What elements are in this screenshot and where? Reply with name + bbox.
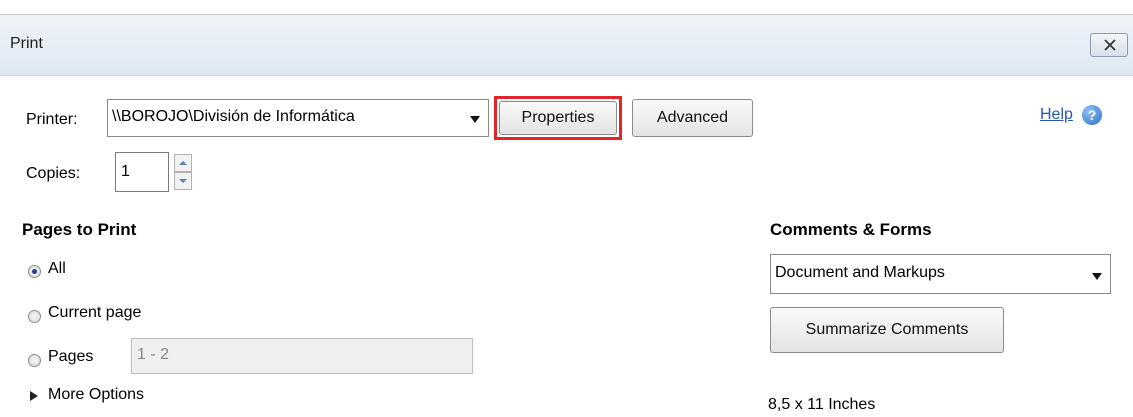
radio-pages[interactable] — [28, 354, 41, 367]
window-title: Print — [10, 35, 43, 52]
title-bar: Print — [0, 15, 1133, 76]
close-icon — [1104, 39, 1116, 51]
copies-input[interactable]: 1 — [115, 152, 169, 192]
advanced-button[interactable]: Advanced — [632, 99, 753, 137]
radio-all[interactable] — [28, 265, 41, 278]
printer-label: Printer: — [26, 111, 78, 128]
comments-forms-heading: Comments & Forms — [770, 220, 932, 239]
pages-to-print-heading: Pages to Print — [22, 220, 137, 239]
top-strip — [0, 0, 1133, 15]
comments-forms-select[interactable]: Document and Markups — [770, 254, 1111, 294]
arrow-up-icon — [179, 161, 187, 165]
copies-increment-button[interactable] — [174, 154, 192, 172]
help-icon[interactable]: ? — [1082, 105, 1102, 125]
radio-all-label: All — [48, 260, 66, 277]
copies-value: 1 — [121, 163, 130, 180]
printer-select[interactable]: \\BOROJO\División de Informática — [107, 99, 489, 137]
expand-triangle-icon[interactable] — [30, 391, 38, 401]
properties-button[interactable]: Properties — [499, 101, 617, 135]
radio-current-page[interactable] — [28, 310, 41, 323]
radio-pages-label: Pages — [48, 348, 94, 365]
pages-range-input[interactable]: 1 - 2 — [131, 338, 473, 374]
arrow-down-icon — [179, 179, 187, 183]
more-options-link[interactable]: More Options — [48, 386, 144, 404]
printer-select-value: \\BOROJO\División de Informática — [112, 108, 355, 125]
copies-decrement-button[interactable] — [174, 172, 192, 190]
paper-size-text: 8,5 x 11 Inches — [768, 396, 876, 413]
chevron-down-icon — [1092, 273, 1102, 280]
radio-current-page-label: Current page — [48, 304, 142, 321]
copies-label: Copies: — [26, 165, 81, 182]
close-button[interactable] — [1090, 33, 1128, 57]
comments-forms-value: Document and Markups — [775, 264, 945, 281]
summarize-comments-button[interactable]: Summarize Comments — [770, 307, 1004, 353]
help-link[interactable]: Help — [1040, 106, 1073, 124]
chevron-down-icon — [470, 116, 480, 123]
pages-range-value: 1 - 2 — [137, 346, 170, 363]
